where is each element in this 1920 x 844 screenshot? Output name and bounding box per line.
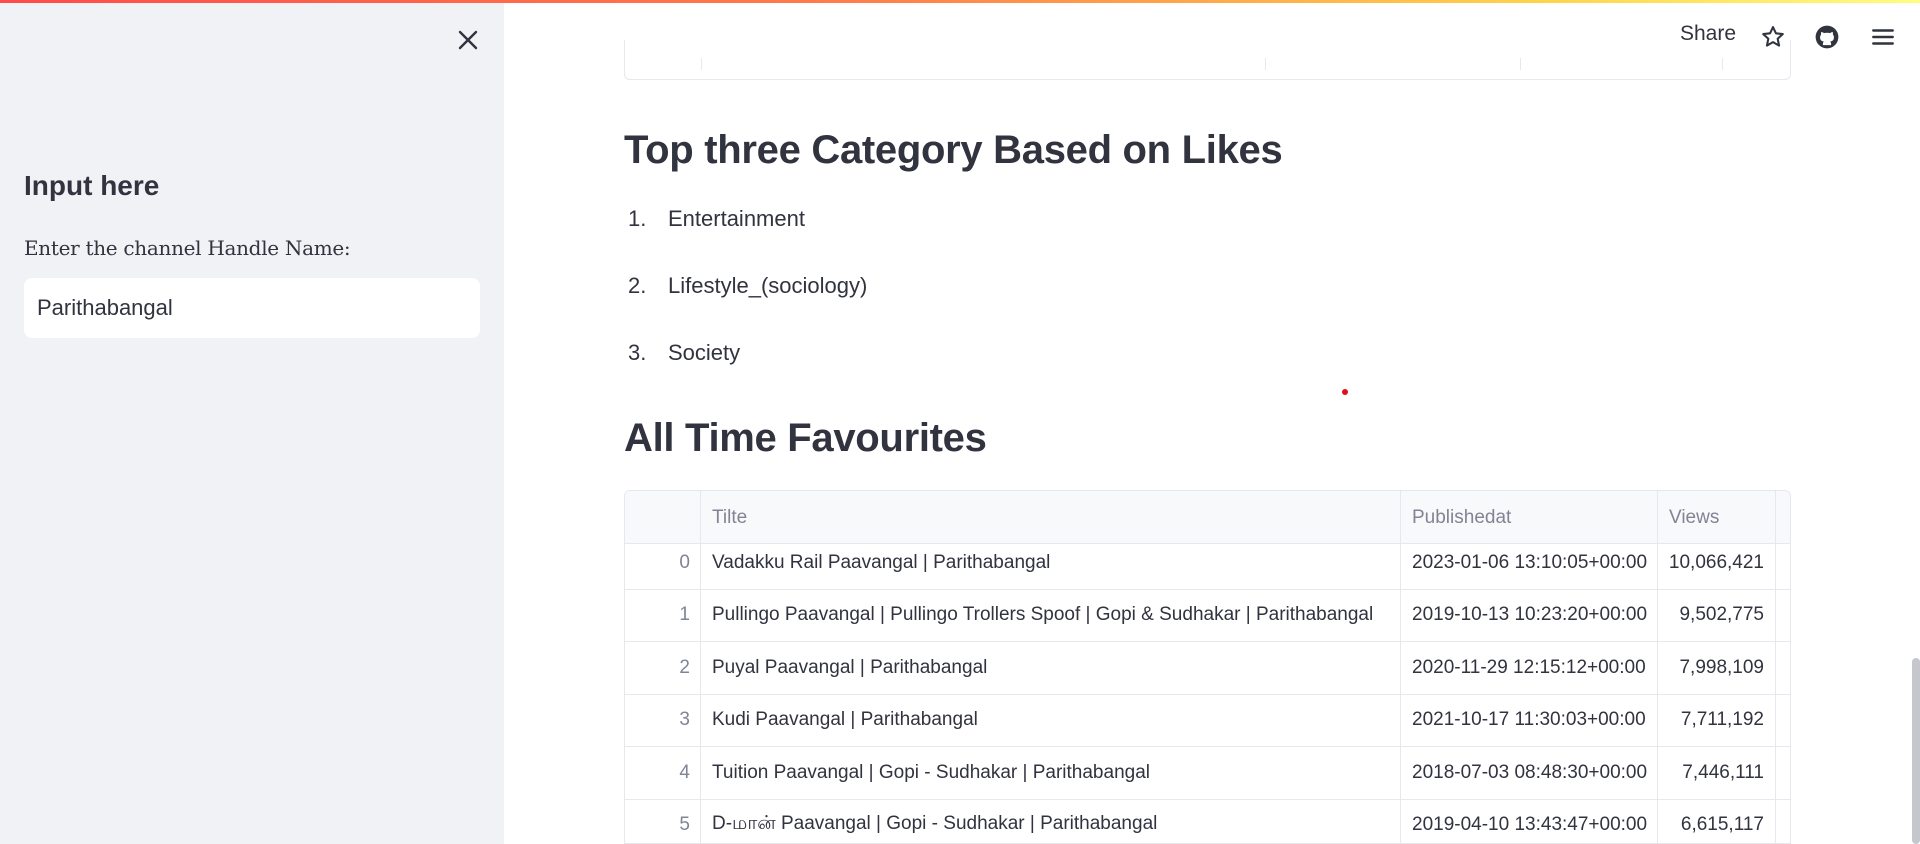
category-number: 2.: [628, 273, 647, 298]
table-row[interactable]: 2 Puyal Paavangal | Parithabangal 2020-11-…: [625, 642, 1790, 695]
table-row[interactable]: 5 D-மான் Paavangal | Gopi - Sudhakar | Pa…: [625, 799, 1790, 843]
row-title[interactable]: D-மான் Paavangal | Gopi - Sudhakar | Par…: [701, 799, 1401, 843]
table-row[interactable]: 0 Vadakku Rail Paavangal | Parithabangal 2…: [625, 537, 1790, 590]
row-index[interactable]: 4: [625, 747, 701, 799]
row-title[interactable]: Kudi Paavangal | Parithabangal: [701, 694, 1401, 746]
close-icon: [458, 30, 478, 50]
category-item: 2. Lifestyle_(sociology): [628, 273, 867, 340]
favourites-table[interactable]: Tilte Publishedat Views 0 Vadakku Rail Pa…: [624, 490, 1791, 844]
row-title[interactable]: Puyal Paavangal | Parithabangal: [701, 642, 1401, 694]
category-number: 3.: [628, 340, 647, 365]
category-label: Society: [668, 340, 741, 365]
row-published[interactable]: 2018-07-03 08:48:30+00:00: [1401, 747, 1658, 799]
channel-handle-input[interactable]: [24, 278, 480, 338]
row-index[interactable]: 1: [625, 589, 701, 641]
row-views[interactable]: 7,711,192: [1658, 694, 1776, 746]
category-item: 3. Society: [628, 340, 867, 407]
row-published[interactable]: 2019-10-13 10:23:20+00:00: [1401, 589, 1658, 641]
row-views[interactable]: 7,446,111: [1658, 747, 1776, 799]
table-row[interactable]: 4 Tuition Paavangal | Gopi - Sudhakar | P…: [625, 747, 1790, 800]
sidebar-heading: Input here: [24, 170, 160, 201]
cursor-dot: [1342, 389, 1348, 395]
main-menu-button[interactable]: [1868, 22, 1898, 52]
row-views[interactable]: 9,502,775: [1658, 589, 1776, 641]
sidebar: Input here Enter the channel Handle Name…: [0, 0, 504, 844]
top-categories-heading: Top three Category Based on Likes: [624, 128, 1283, 172]
row-index[interactable]: 2: [625, 642, 701, 694]
row-published[interactable]: 2020-11-29 12:15:12+00:00: [1401, 642, 1658, 694]
category-label: Lifestyle_(sociology): [668, 273, 868, 298]
row-index[interactable]: 3: [625, 694, 701, 746]
close-sidebar-button[interactable]: [452, 24, 484, 56]
row-title[interactable]: Pullingo Paavangal | Pullingo Trollers S…: [701, 589, 1401, 641]
top-categories-list: 1. Entertainment 2. Lifestyle_(sociology) 3.…: [628, 206, 867, 407]
row-index[interactable]: 0: [625, 537, 701, 589]
row-published[interactable]: 2019-04-10 13:43:47+00:00: [1401, 799, 1658, 843]
previous-table-bottom: [624, 40, 1791, 80]
row-views[interactable]: 10,066,421: [1658, 537, 1776, 589]
category-label: Entertainment: [668, 206, 805, 231]
all-time-favourites-heading: All Time Favourites: [624, 416, 987, 460]
page-scrollbar[interactable]: [1912, 658, 1920, 844]
row-views[interactable]: 7,998,109: [1658, 642, 1776, 694]
github-button[interactable]: [1812, 22, 1842, 52]
github-icon: [1815, 25, 1839, 49]
row-views[interactable]: 6,615,117: [1658, 799, 1776, 843]
category-item: 1. Entertainment: [628, 206, 867, 273]
table-row[interactable]: 1 Pullingo Paavangal | Pullingo Trollers …: [625, 589, 1790, 642]
top-decoration-stripe: [0, 0, 1920, 3]
menu-icon: [1872, 29, 1894, 45]
row-title[interactable]: Tuition Paavangal | Gopi - Sudhakar | Pa…: [701, 747, 1401, 799]
row-published[interactable]: 2023-01-06 13:10:05+00:00: [1401, 537, 1658, 589]
row-title[interactable]: Vadakku Rail Paavangal | Parithabangal: [701, 537, 1401, 589]
category-number: 1.: [628, 206, 647, 231]
table-row[interactable]: 3 Kudi Paavangal | Parithabangal 2021-10-1…: [625, 694, 1790, 747]
row-published[interactable]: 2021-10-17 11:30:03+00:00: [1401, 694, 1658, 746]
row-index[interactable]: 5: [625, 799, 701, 843]
channel-handle-label: Enter the channel Handle Name:: [24, 236, 351, 260]
